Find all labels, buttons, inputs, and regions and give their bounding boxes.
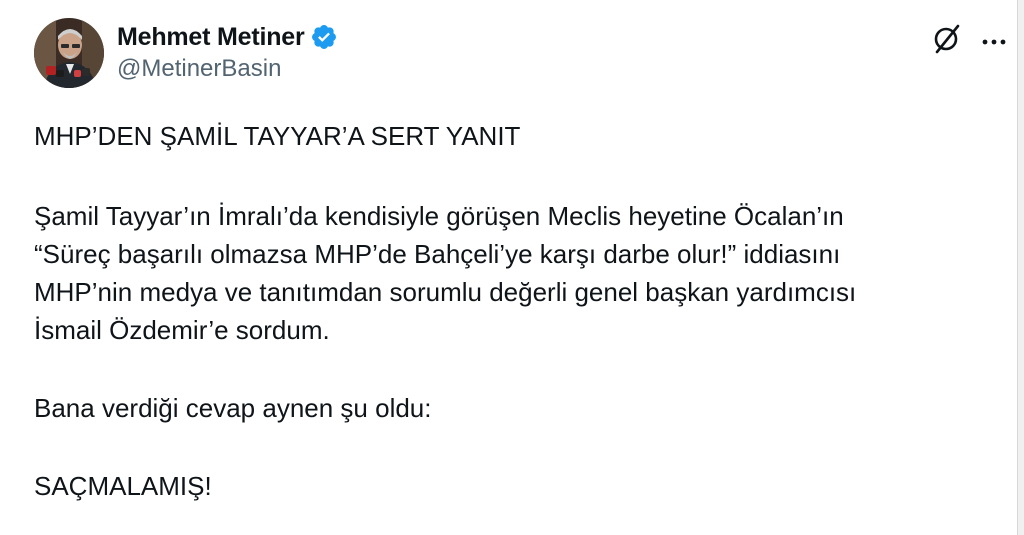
grok-icon[interactable] <box>930 22 964 56</box>
tweet-paragraph-line: Şamil Tayyar’ın İmralı’da kendisiyle gör… <box>34 201 844 231</box>
more-options-icon[interactable] <box>982 33 1006 45</box>
tweet-card: Mehmet Metiner @MetinerBasin MHP’DEN ŞAM… <box>0 0 1024 535</box>
avatar[interactable] <box>34 18 104 88</box>
tweet-reply: SAÇMALAMIŞ! <box>34 471 212 501</box>
author-name-row: Mehmet Metiner <box>117 22 338 52</box>
tweet-text: MHP’DEN ŞAMİL TAYYAR’A SERT YANIT Şamil … <box>34 117 994 505</box>
tweet-paragraph-line: “Süreç başarılı olmazsa MHP’de Bahçeli’y… <box>34 239 841 269</box>
scrollbar-track[interactable] <box>1017 0 1024 535</box>
display-name[interactable]: Mehmet Metiner <box>117 23 305 52</box>
tweet-paragraph-line: İsmail Özdemir’e sordum. <box>34 315 330 345</box>
author-handle[interactable]: @MetinerBasin <box>117 55 338 83</box>
tweet-headline: MHP’DEN ŞAMİL TAYYAR’A SERT YANIT <box>34 121 521 151</box>
verified-badge-icon[interactable] <box>310 23 338 51</box>
tweet-paragraph-line: MHP’nin medya ve tanıtımdan sorumlu değe… <box>34 277 857 307</box>
author-block: Mehmet Metiner @MetinerBasin <box>117 22 338 83</box>
tweet-reply-intro: Bana verdiği cevap aynen şu oldu: <box>34 393 432 423</box>
